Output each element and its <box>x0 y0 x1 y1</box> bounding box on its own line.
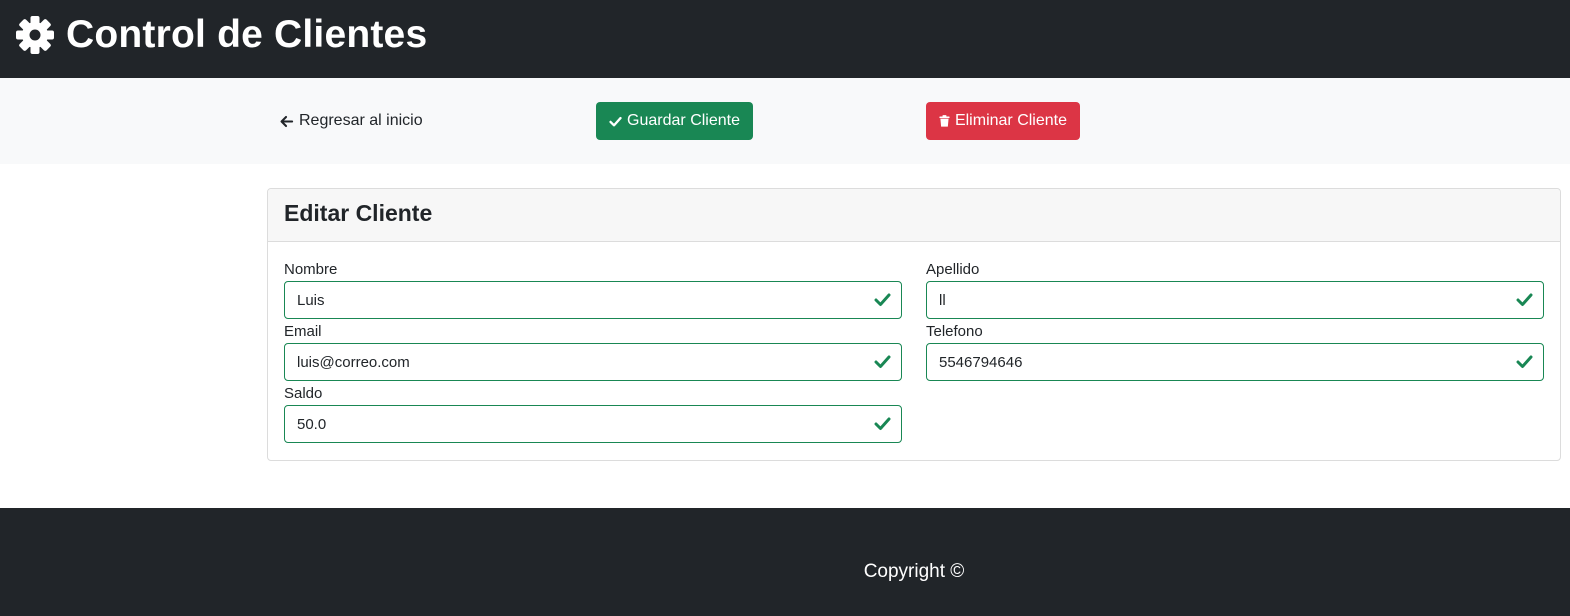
app-title: Control de Clientes <box>66 13 428 56</box>
action-bar: Regresar al inicio Guardar Cliente Elimi… <box>0 78 1570 164</box>
apellido-field-group: Apellido ll <box>926 261 1544 319</box>
copyright-text: Copyright © <box>863 561 965 582</box>
save-client-button[interactable]: Guardar Cliente <box>596 102 753 140</box>
saldo-field-group: Saldo 50.0 <box>284 385 902 443</box>
valid-check-icon <box>874 293 891 306</box>
nombre-field-group: Nombre Luis <box>284 261 902 319</box>
brand[interactable]: Control de Clientes <box>15 12 427 58</box>
trash-icon <box>939 115 950 127</box>
gear-icon <box>15 15 55 55</box>
valid-check-icon <box>874 355 891 368</box>
card-title: Editar Cliente <box>284 200 433 226</box>
apellido-input[interactable]: ll <box>926 281 1544 319</box>
arrow-left-icon <box>280 115 294 127</box>
edit-client-card: Editar Cliente Nombre Luis Apellido ll E… <box>267 188 1561 461</box>
valid-check-icon <box>1516 355 1533 368</box>
check-icon <box>609 116 622 126</box>
saldo-value: 50.0 <box>297 415 327 433</box>
valid-check-icon <box>1516 293 1533 306</box>
apellido-value: ll <box>939 291 946 309</box>
email-value: luis@correo.com <box>297 353 410 371</box>
back-to-home-link[interactable]: Regresar al inicio <box>279 108 423 134</box>
nombre-label: Nombre <box>284 261 338 278</box>
nombre-input[interactable]: Luis <box>284 281 902 319</box>
telefono-value: 5546794646 <box>939 353 1023 371</box>
saldo-input[interactable]: 50.0 <box>284 405 902 443</box>
delete-client-button[interactable]: Eliminar Cliente <box>926 102 1080 140</box>
save-button-label: Guardar Cliente <box>627 112 740 129</box>
nombre-value: Luis <box>297 291 325 309</box>
saldo-label: Saldo <box>284 385 323 402</box>
delete-button-label: Eliminar Cliente <box>954 112 1067 129</box>
telefono-field-group: Telefono 5546794646 <box>926 323 1544 381</box>
email-label: Email <box>284 323 322 340</box>
page-footer: Copyright © <box>0 508 1570 616</box>
email-field-group: Email luis@correo.com <box>284 323 902 381</box>
telefono-label: Telefono <box>926 323 983 340</box>
back-link-label: Regresar al inicio <box>299 112 423 129</box>
apellido-label: Apellido <box>926 261 980 278</box>
top-navbar: Control de Clientes <box>0 0 1570 78</box>
valid-check-icon <box>874 417 891 430</box>
card-header: Editar Cliente <box>268 189 1560 242</box>
email-input[interactable]: luis@correo.com <box>284 343 902 381</box>
telefono-input[interactable]: 5546794646 <box>926 343 1544 381</box>
